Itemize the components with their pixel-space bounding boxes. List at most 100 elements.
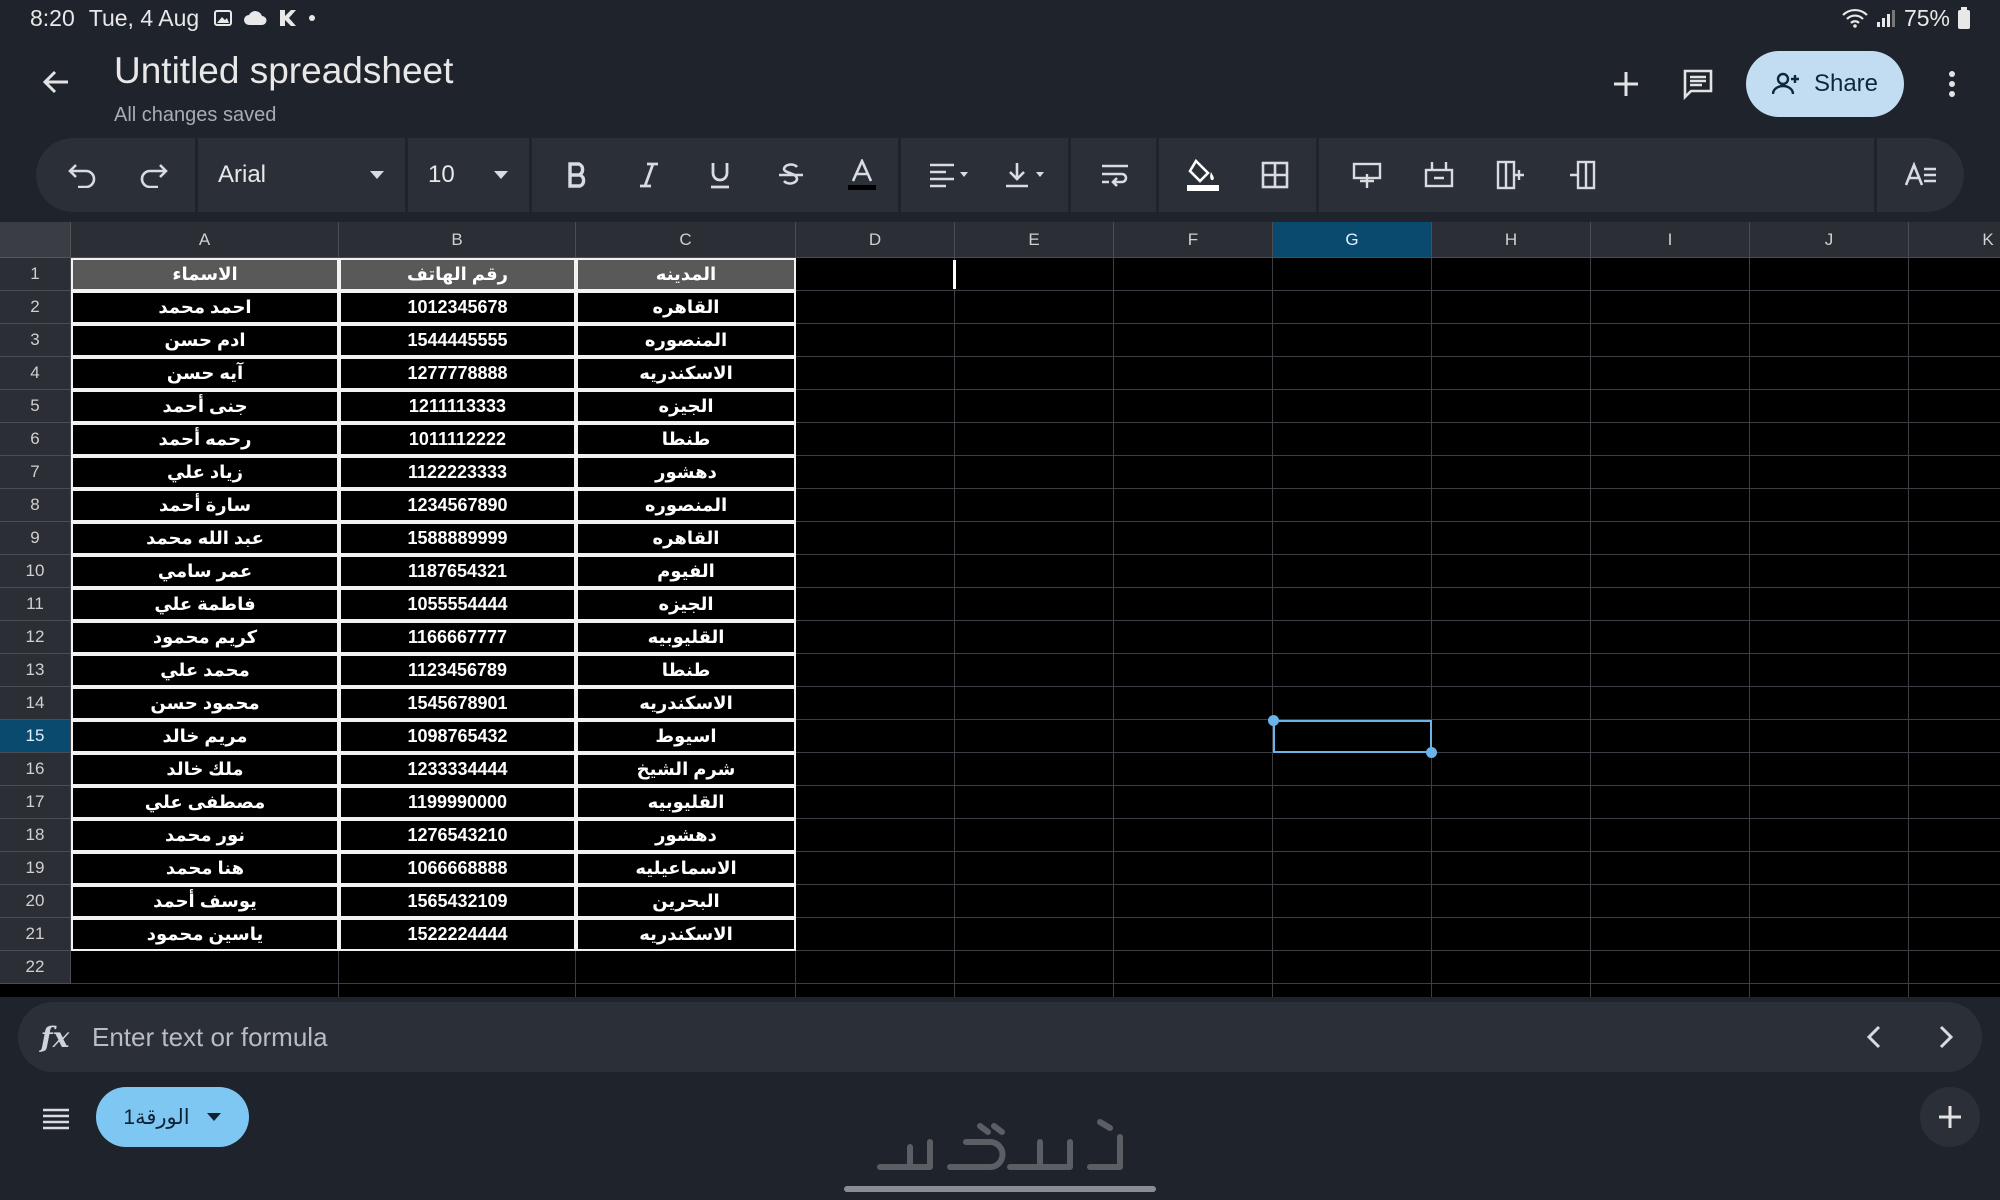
table-cell[interactable]: شرم الشيخ bbox=[576, 753, 796, 786]
row-header-10[interactable]: 10 bbox=[0, 555, 71, 588]
selection-handle-bottom-right[interactable] bbox=[1426, 747, 1437, 758]
row-header-1[interactable]: 1 bbox=[0, 258, 71, 291]
select-all-corner[interactable] bbox=[0, 222, 71, 258]
home-indicator[interactable] bbox=[844, 1186, 1156, 1192]
table-cell[interactable]: 1187654321 bbox=[339, 555, 576, 588]
table-cell[interactable]: 1522224444 bbox=[339, 918, 576, 951]
font-size-select[interactable]: 10 bbox=[408, 138, 532, 212]
table-cell[interactable]: محمد علي bbox=[71, 654, 339, 687]
table-cell[interactable]: 1055554444 bbox=[339, 588, 576, 621]
row-header-13[interactable]: 13 bbox=[0, 654, 71, 687]
table-cell[interactable]: طنطا bbox=[576, 654, 796, 687]
more-options-button[interactable] bbox=[1930, 62, 1974, 106]
column-header-c[interactable]: C bbox=[576, 222, 796, 258]
horizontal-align-button[interactable] bbox=[911, 138, 987, 212]
table-cell[interactable]: مصطفى علي bbox=[71, 786, 339, 819]
row-header-11[interactable]: 11 bbox=[0, 588, 71, 621]
table-cell[interactable]: 1276543210 bbox=[339, 819, 576, 852]
row-header-18[interactable]: 18 bbox=[0, 819, 71, 852]
table-cell[interactable]: دهشور bbox=[576, 819, 796, 852]
column-header-k[interactable]: K bbox=[1909, 222, 2000, 258]
spreadsheet-grid[interactable]: A B C D E F G H I J K 1 2 3 4 5 6 7 8 9 10 11 12 13 14 15 16 17 18 19… bbox=[0, 222, 2000, 997]
row-header-5[interactable]: 5 bbox=[0, 390, 71, 423]
table-cell[interactable]: مريم خالد bbox=[71, 720, 339, 753]
row-header-17[interactable]: 17 bbox=[0, 786, 71, 819]
table-cell[interactable]: 1066668888 bbox=[339, 852, 576, 885]
comments-button[interactable] bbox=[1676, 62, 1720, 106]
table-cell[interactable]: محمود حسن bbox=[71, 687, 339, 720]
table-cell[interactable]: عمر سامي bbox=[71, 555, 339, 588]
table-cell[interactable]: الفيوم bbox=[576, 555, 796, 588]
table-cell[interactable]: الاسماعيليه bbox=[576, 852, 796, 885]
table-cell[interactable]: الاسكندريه bbox=[576, 918, 796, 951]
formula-prev-button[interactable] bbox=[1838, 1002, 1910, 1072]
table-cell[interactable]: 1122223333 bbox=[339, 456, 576, 489]
table-cell[interactable]: 1277778888 bbox=[339, 357, 576, 390]
table-cell[interactable]: 1588889999 bbox=[339, 522, 576, 555]
text-color-button[interactable] bbox=[827, 138, 898, 212]
table-cell[interactable]: 1234567890 bbox=[339, 489, 576, 522]
formula-input[interactable] bbox=[92, 1021, 1838, 1053]
row-header-19[interactable]: 19 bbox=[0, 852, 71, 885]
underline-button[interactable] bbox=[684, 138, 755, 212]
add-sheet-button[interactable] bbox=[1920, 1087, 1980, 1147]
font-family-select[interactable]: Arial bbox=[198, 138, 408, 212]
table-cell[interactable]: 1012345678 bbox=[339, 291, 576, 324]
table-cell[interactable]: 1545678901 bbox=[339, 687, 576, 720]
insert-column-right-button[interactable] bbox=[1547, 138, 1619, 212]
table-header-cell[interactable]: المدينه bbox=[576, 258, 796, 291]
table-cell[interactable]: كريم محمود bbox=[71, 621, 339, 654]
row-header-8[interactable]: 8 bbox=[0, 489, 71, 522]
table-cell[interactable]: ياسين محمود bbox=[71, 918, 339, 951]
back-button[interactable] bbox=[36, 62, 76, 102]
table-cell[interactable]: طنطا bbox=[576, 423, 796, 456]
vertical-align-button[interactable] bbox=[987, 138, 1063, 212]
column-header-h[interactable]: H bbox=[1432, 222, 1591, 258]
table-cell[interactable]: ملك خالد bbox=[71, 753, 339, 786]
table-cell[interactable]: رحمه أحمد bbox=[71, 423, 339, 456]
row-header-9[interactable]: 9 bbox=[0, 522, 71, 555]
undo-button[interactable] bbox=[46, 138, 118, 212]
table-cell[interactable]: ادم حسن bbox=[71, 324, 339, 357]
table-cell[interactable]: 1233334444 bbox=[339, 753, 576, 786]
bold-button[interactable] bbox=[542, 138, 613, 212]
table-header-cell[interactable]: رقم الهاتف bbox=[339, 258, 576, 291]
row-header-15[interactable]: 15 bbox=[0, 720, 71, 753]
table-cell[interactable]: 1011112222 bbox=[339, 423, 576, 456]
table-cell[interactable]: 1166667777 bbox=[339, 621, 576, 654]
table-cell[interactable]: دهشور bbox=[576, 456, 796, 489]
table-cell[interactable]: الجيزه bbox=[576, 390, 796, 423]
table-cell[interactable]: المنصوره bbox=[576, 324, 796, 357]
row-header-4[interactable]: 4 bbox=[0, 357, 71, 390]
insert-column-left-button[interactable] bbox=[1475, 138, 1547, 212]
row-header-7[interactable]: 7 bbox=[0, 456, 71, 489]
selection-handle-top-left[interactable] bbox=[1268, 715, 1279, 726]
table-header-cell[interactable]: الاسماء bbox=[71, 258, 339, 291]
document-title[interactable]: Untitled spreadsheet bbox=[114, 50, 453, 92]
table-cell[interactable]: 1199990000 bbox=[339, 786, 576, 819]
table-cell[interactable]: 1544445555 bbox=[339, 324, 576, 357]
table-cell[interactable]: آيه حسن bbox=[71, 357, 339, 390]
column-header-b[interactable]: B bbox=[339, 222, 576, 258]
row-header-14[interactable]: 14 bbox=[0, 687, 71, 720]
table-cell[interactable]: سارة أحمد bbox=[71, 489, 339, 522]
row-header-3[interactable]: 3 bbox=[0, 324, 71, 357]
table-cell[interactable]: القاهره bbox=[576, 522, 796, 555]
table-cell[interactable]: 1211113333 bbox=[339, 390, 576, 423]
table-cell[interactable]: الجيزه bbox=[576, 588, 796, 621]
strikethrough-button[interactable] bbox=[756, 138, 827, 212]
table-cell[interactable]: نور محمد bbox=[71, 819, 339, 852]
text-wrap-button[interactable] bbox=[1079, 138, 1151, 212]
insert-row-below-button[interactable] bbox=[1403, 138, 1475, 212]
all-sheets-button[interactable] bbox=[34, 1097, 78, 1141]
row-header-22[interactable]: 22 bbox=[0, 951, 71, 984]
column-header-i[interactable]: I bbox=[1591, 222, 1750, 258]
table-cell[interactable]: البحرين bbox=[576, 885, 796, 918]
column-header-j[interactable]: J bbox=[1750, 222, 1909, 258]
table-cell[interactable]: القليوبيه bbox=[576, 786, 796, 819]
table-cell[interactable]: 1123456789 bbox=[339, 654, 576, 687]
table-cell[interactable]: 1565432109 bbox=[339, 885, 576, 918]
selected-cell[interactable] bbox=[1273, 720, 1432, 753]
text-format-button[interactable] bbox=[1885, 138, 1957, 212]
table-cell[interactable]: فاطمة علي bbox=[71, 588, 339, 621]
